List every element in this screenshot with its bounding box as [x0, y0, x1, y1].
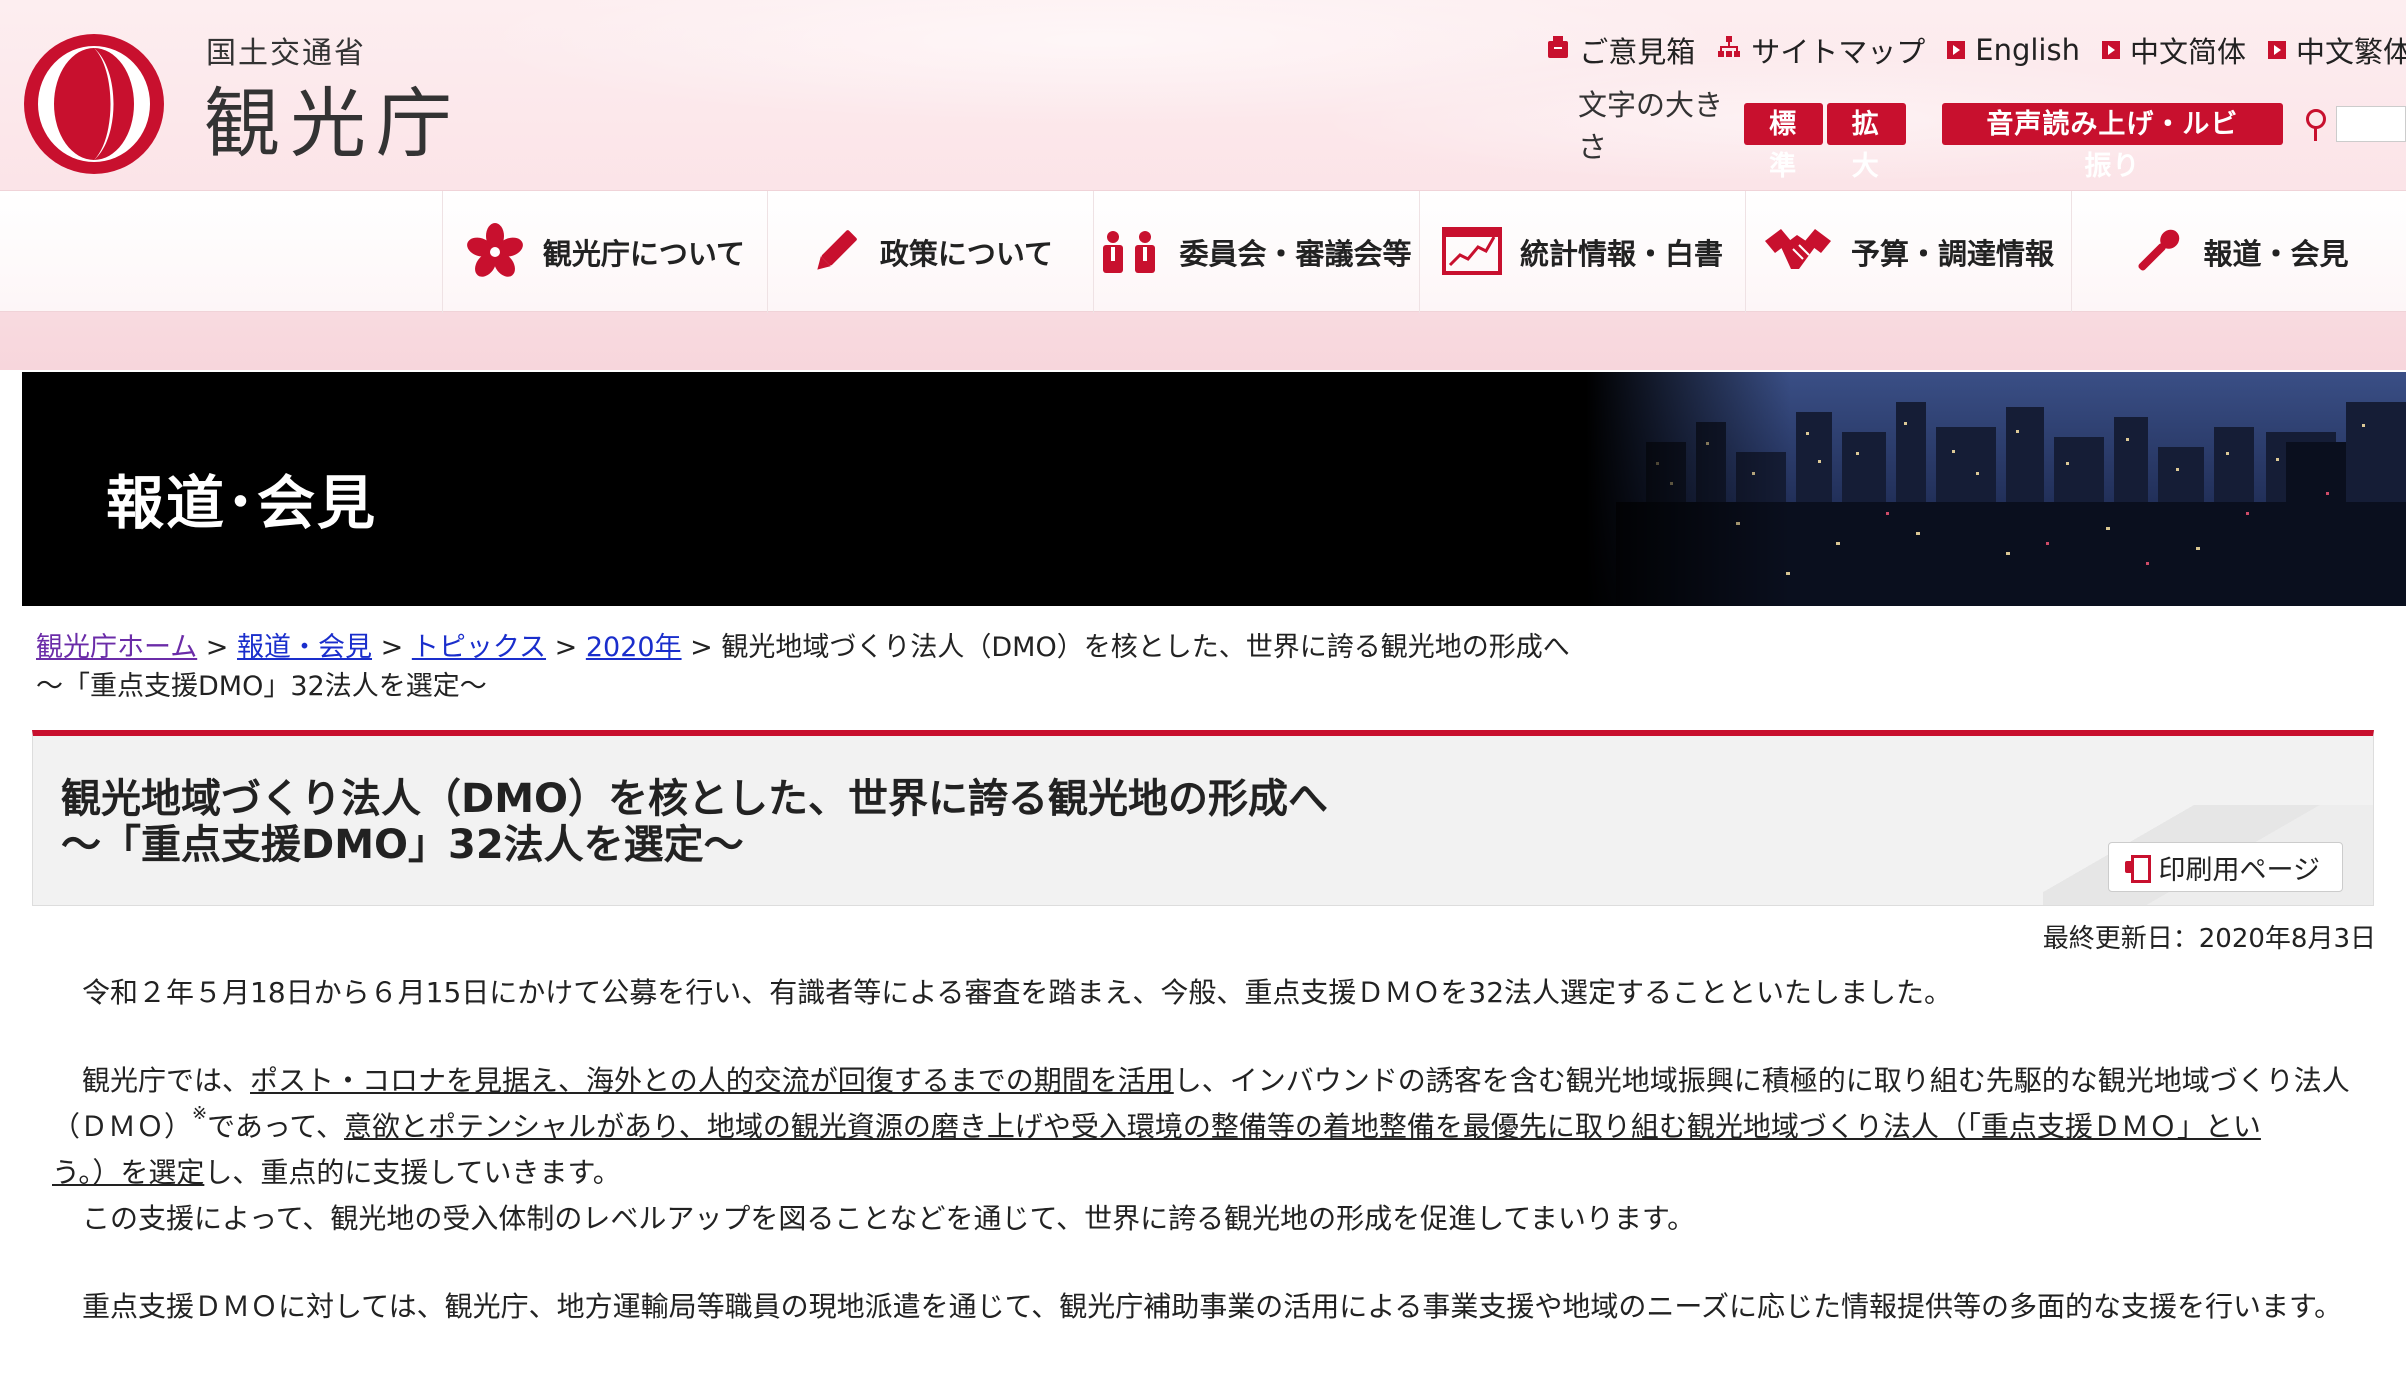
agency-name[interactable]: 観光庁 [204, 62, 462, 172]
handshake-icon [1763, 227, 1833, 277]
utility-link-sitemap[interactable]: サイトマップ [1717, 29, 1925, 71]
utility-link-opinion[interactable]: ご意見箱 [1547, 29, 1695, 71]
breadcrumb: 観光庁ホーム > 報道・会見 > トピックス > 2020年 > 観光地域づくり… [36, 628, 1636, 706]
breadcrumb-year-link[interactable]: 2020年 [586, 632, 682, 663]
mailbox-icon [1547, 35, 1569, 66]
breadcrumb-press-link[interactable]: 報道・会見 [237, 632, 372, 663]
underlined-text: う。）を選定 [52, 1156, 205, 1189]
nav-item-label: 委員会・審議会等 [1179, 237, 1412, 271]
font-standard-button[interactable]: 標準 [1744, 103, 1823, 181]
breadcrumb-separator: > [554, 632, 578, 663]
page-title-line2: 〜「重点支援DMO」32法人を選定〜 [61, 822, 744, 868]
site-header: 国土交通省 観光庁 ご意見箱 サイトマップ English 中文简体 中文繁体 [0, 0, 2406, 370]
utility-link-chinese-simplified[interactable]: 中文简体 [2101, 29, 2246, 71]
nav-item-about[interactable]: 観光庁について [442, 191, 767, 313]
arrow-square-icon [2101, 41, 2120, 59]
people-icon [1101, 229, 1161, 275]
text-span: 観光庁では、 [82, 1064, 251, 1097]
voice-reading-button[interactable]: 音声読み上げ・ルビ振り [1941, 103, 2284, 181]
breadcrumb-current: 観光地域づくり法人（DMO）を核とした、世界に誇る観光地の形成へ [721, 632, 1570, 663]
utility-link-label: サイトマップ [1751, 35, 1926, 69]
breadcrumb-separator: > [380, 632, 404, 663]
nav-item-press[interactable]: 報道・会見 [2071, 191, 2406, 313]
nav-item-label: 政策について [879, 237, 1054, 271]
utility-link-label: English [1975, 33, 2080, 67]
article-body: 令和２年５月18日から６月15日にかけて公募を行い、有識者等による審査を踏まえ、… [52, 970, 2364, 1330]
paragraph-3: この支援によって、観光地の受入体制のレベルアップを図ることなどを通じて、世界に誇… [82, 1202, 1696, 1235]
page-title-line1: 観光地域づくり法人（DMO）を核とした、世界に誇る観光地の形成へ [61, 776, 1329, 822]
paragraph-2: 観光庁では、ポスト・コロナを見据え、海外との人的交流が回復するまでの期間を活用し… [52, 1058, 2364, 1196]
print-page-label: 印刷用ページ [2158, 854, 2320, 886]
search-icon [2303, 103, 2326, 145]
city-night-image [1586, 372, 2406, 606]
agency-logo-icon[interactable] [20, 30, 168, 178]
utility-link-chinese-traditional[interactable]: 中文繁体 [2267, 29, 2406, 71]
nav-item-label: 報道・会見 [2203, 237, 2349, 271]
paragraph-4: 重点支援ＤＭＯに対しては、観光庁、地方運輸局等職員の現地派遣を通じて、観光庁補助… [82, 1290, 2343, 1323]
global-nav: 観光庁について 政策について 委員会・審議会等 統計情報・白書 予算・調達情報 … [0, 190, 2406, 313]
font-size-label: 文字の大きさ [1578, 88, 1724, 164]
paragraph-1: 令和２年５月18日から６月15日にかけて公募を行い、有識者等による審査を踏まえ、… [82, 976, 1953, 1009]
text-span: であって、 [207, 1110, 345, 1143]
arrow-square-icon [1947, 41, 1966, 59]
banner-title: 報道･会見 [106, 469, 378, 537]
breadcrumb-separator: > [690, 632, 713, 663]
nav-item-label: 観光庁について [542, 237, 746, 271]
sakura-icon [465, 222, 525, 282]
print-page-button[interactable]: 印刷用ページ [2107, 842, 2343, 892]
breadcrumb-topics-link[interactable]: トピックス [412, 632, 546, 663]
footnote-mark: ※ [192, 1103, 208, 1124]
font-large-button[interactable]: 拡大 [1826, 103, 1906, 181]
text-span: し、重点的に支援していきます。 [204, 1156, 621, 1189]
last-updated: 最終更新日：2020年8月3日 [2042, 924, 2376, 954]
chart-icon [1441, 227, 1502, 277]
nav-item-label: 統計情報・白書 [1519, 237, 1723, 271]
pencil-icon [808, 225, 862, 279]
page-banner: 報道･会見 [22, 372, 2406, 606]
microphone-icon [2129, 224, 2185, 280]
nav-item-statistics[interactable]: 統計情報・白書 [1419, 191, 1745, 313]
printer-icon [2124, 855, 2151, 883]
page-title: 観光地域づくり法人（DMO）を核とした、世界に誇る観光地の形成へ 〜「重点支援D… [61, 776, 1328, 868]
nav-item-committee[interactable]: 委員会・審議会等 [1093, 191, 1419, 313]
breadcrumb-current-line2: 〜「重点支援DMO」32法人を選定〜 [36, 671, 487, 702]
text-span: し、インバウンドの誘客を含む観光地域振興に積極的に取り組む先駆的な観光地域づくり… [1173, 1064, 2350, 1097]
utility-link-label: 中文简体 [2129, 35, 2246, 69]
breadcrumb-home-link[interactable]: 観光庁ホーム [36, 632, 197, 663]
nav-item-budget[interactable]: 予算・調達情報 [1745, 191, 2071, 313]
arrow-square-icon [2267, 41, 2286, 59]
nav-item-label: 予算・調達情報 [1850, 237, 2054, 271]
breadcrumb-separator: > [205, 632, 229, 663]
utility-link-label: ご意見箱 [1579, 35, 1696, 69]
search-input[interactable] [2335, 106, 2406, 142]
sitemap-icon [1717, 35, 1741, 66]
font-size-controls: 文字の大きさ 標準 拡大 音声読み上げ・ルビ振り [1578, 88, 2406, 181]
underlined-text: ポスト・コロナを見据え、海外との人的交流が回復するまでの期間を活用 [250, 1064, 1174, 1097]
utility-link-label: 中文繁体 [2295, 35, 2406, 69]
nav-item-policy[interactable]: 政策について [767, 191, 1093, 313]
underlined-text: 意欲とポテンシャルがあり、地域の観光資源の磨き上げや受入環境の整備等の着地整備を… [344, 1110, 2261, 1143]
utility-links: ご意見箱 サイトマップ English 中文简体 中文繁体 [1547, 30, 2406, 70]
utility-link-english[interactable]: English [1947, 33, 2080, 67]
text-span: （ＤＭＯ） [52, 1110, 193, 1143]
article-title-box: 観光地域づくり法人（DMO）を核とした、世界に誇る観光地の形成へ 〜「重点支援D… [32, 730, 2374, 906]
